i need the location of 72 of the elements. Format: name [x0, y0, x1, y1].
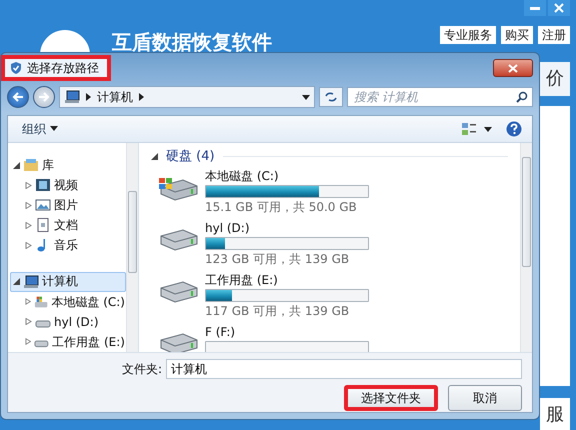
refresh-button[interactable] [319, 87, 343, 107]
minimize-button[interactable] [524, 0, 546, 16]
breadcrumb[interactable]: 计算机 [97, 90, 133, 104]
expand-triangle-icon[interactable] [25, 182, 32, 189]
shield-icon [9, 60, 23, 75]
expand-triangle-icon[interactable] [25, 222, 32, 229]
help-icon[interactable] [506, 121, 522, 137]
folder-label: 文件夹: [122, 362, 162, 376]
drive-name[interactable]: F (F:) [205, 324, 369, 339]
collapse-triangle-icon[interactable] [13, 278, 20, 286]
library-folder-icon [23, 158, 39, 172]
nav-tree-item[interactable]: 计算机 [10, 272, 126, 292]
film-icon [35, 178, 51, 192]
chevron-icon [139, 93, 144, 101]
header-button[interactable]: 购买 [501, 26, 533, 44]
drive-name[interactable]: 工作用盘 (E:) [205, 272, 369, 287]
computer-icon [64, 90, 80, 104]
close-icon [508, 64, 518, 72]
back-button[interactable] [7, 86, 29, 108]
nav-tree-item[interactable]: 工作用盘 (E:) [10, 332, 126, 352]
organize-menu-button[interactable]: 组织 [18, 120, 62, 138]
nav-tree-item[interactable]: 音乐 [10, 235, 126, 256]
refresh-icon [324, 91, 338, 103]
close-icon [554, 3, 564, 13]
system-drive-icon [34, 294, 48, 309]
scrollbar[interactable] [520, 143, 532, 352]
expand-triangle-icon[interactable] [25, 202, 32, 209]
header-button[interactable]: 注册 [538, 26, 570, 44]
drive-name[interactable]: 本地磁盘 (C:) [205, 168, 369, 183]
side-card: 服 [540, 398, 570, 430]
folder-input[interactable]: 计算机 [166, 359, 522, 379]
address-bar[interactable]: 计算机 [59, 86, 315, 108]
back-arrow-icon [12, 92, 24, 102]
nav-tree-item[interactable]: 本地磁盘 (C:) [10, 292, 126, 312]
nav-tree-item[interactable]: 图片 [10, 195, 126, 216]
document-icon [35, 218, 51, 232]
side-card: 价 [540, 62, 570, 96]
dropdown-caret-icon [302, 94, 310, 100]
minimize-icon [530, 6, 540, 10]
nav-tree-item[interactable]: 视频 [10, 175, 126, 196]
view-options-icon[interactable] [462, 122, 492, 136]
expand-triangle-icon[interactable] [25, 338, 32, 346]
nav-tree-item[interactable]: 文档 [10, 215, 126, 236]
drive-space-text: 123 GB 可用，共 139 GB [205, 252, 350, 266]
search-box[interactable]: 搜索 计算机 [347, 87, 533, 107]
search-icon [516, 91, 528, 103]
scrollbar[interactable] [126, 143, 138, 352]
collapse-triangle-icon[interactable] [13, 162, 20, 169]
close-button[interactable] [493, 59, 533, 77]
caret-icon [50, 126, 58, 132]
nav-tree-item[interactable]: hyl (D:) [10, 312, 126, 332]
forward-arrow-icon [38, 92, 50, 102]
expand-triangle-icon[interactable] [25, 298, 32, 306]
app-title: 互盾数据恢复软件 [112, 30, 273, 54]
search-field[interactable]: 搜索 计算机 [352, 88, 514, 106]
drive-space-text: 15.1 GB 可用，共 50.0 GB [205, 200, 358, 214]
picture-icon [35, 198, 51, 212]
expand-triangle-icon[interactable] [25, 318, 32, 326]
chevron-icon [86, 93, 91, 101]
dialog-button[interactable]: 取消 [448, 385, 522, 411]
system-drive-icon [157, 176, 199, 201]
computer-icon [23, 274, 39, 289]
header-button[interactable]: 专业服务 [440, 26, 496, 44]
dialog-title: 选择存放路径 [27, 60, 99, 76]
collapse-triangle-icon[interactable] [151, 153, 158, 160]
nav-tree-item[interactable]: 库 [10, 155, 126, 176]
group-header: 硬盘 (4) [166, 149, 215, 165]
drive-space-text: 117 GB 可用，共 139 GB [205, 304, 350, 318]
forward-button[interactable] [33, 86, 55, 108]
expand-triangle-icon[interactable] [25, 242, 32, 249]
drive-name[interactable]: hyl (D:) [205, 220, 369, 235]
dialog-button[interactable]: 选择文件夹 [344, 385, 438, 411]
